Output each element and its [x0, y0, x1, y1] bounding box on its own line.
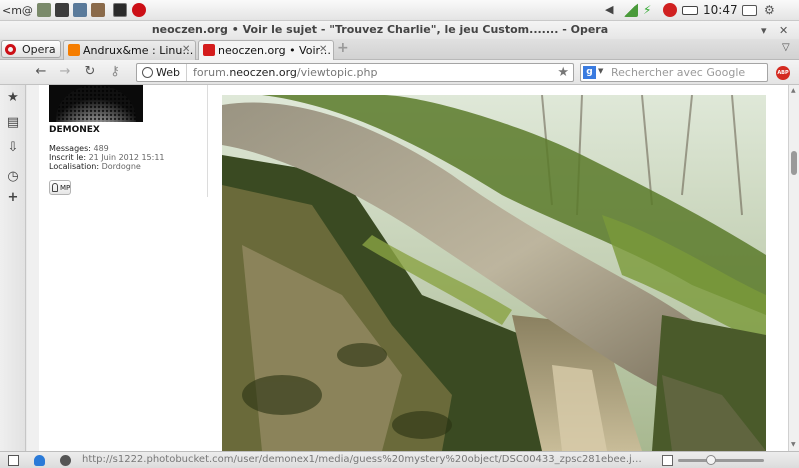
terminal-icon[interactable] — [55, 3, 69, 17]
update-notifier-icon[interactable] — [663, 3, 677, 17]
network-signal-icon[interactable] — [624, 3, 638, 17]
bookmark-star-icon[interactable]: ★ — [557, 65, 569, 80]
profile-location: Localisation: Dordogne — [49, 162, 141, 171]
neoczen-favicon-icon — [203, 44, 215, 56]
messages-value: 489 — [93, 144, 109, 153]
panel-toggle-icon[interactable] — [8, 455, 19, 466]
text-editor-icon[interactable] — [73, 3, 87, 17]
add-panel-icon[interactable]: + — [5, 190, 21, 206]
image-viewer-icon[interactable] — [91, 3, 105, 17]
zoom-slider-handle[interactable] — [706, 455, 716, 465]
scrollbar-thumb[interactable] — [791, 151, 797, 175]
cloud-sync-icon[interactable] — [34, 455, 45, 466]
tab-close-icon[interactable]: ✕ — [319, 44, 327, 55]
tab-label: neoczen.org • Voir… — [218, 44, 332, 57]
page-content: DEMONEX Messages: 489 Inscrit le: 21 Jui… — [27, 85, 788, 451]
back-arrow-icon[interactable]: ← — [33, 64, 49, 80]
close-icon[interactable]: ✕ — [779, 24, 788, 37]
tab-andrux[interactable]: Andrux&me : Linu… ✕ — [63, 40, 196, 60]
taskbar-opera-icon[interactable] — [132, 3, 146, 17]
reload-icon[interactable]: ↻ — [82, 64, 98, 80]
power-menu-icon[interactable]: ⚙ — [764, 3, 778, 17]
url-path: /viewtopic.php — [296, 66, 378, 79]
url-prefix: forum. — [193, 66, 230, 79]
google-search-engine-icon[interactable]: g — [583, 66, 596, 79]
taskbar-terminal-icon[interactable] — [113, 3, 127, 17]
scroll-down-icon[interactable]: ▼ — [791, 441, 796, 448]
profile-divider — [207, 85, 208, 197]
site-badge-label: Web — [156, 66, 180, 79]
speed-dial-icon[interactable] — [60, 455, 71, 466]
site-badge[interactable]: Web — [137, 64, 187, 81]
post-author-profile: DEMONEX Messages: 489 Inscrit le: 21 Jui… — [39, 85, 207, 451]
zoom-slider[interactable] — [678, 455, 764, 465]
avatar[interactable] — [49, 85, 143, 122]
system-menu-text[interactable]: <m@ — [2, 4, 33, 17]
navigation-bar: ← → ↻ ⚷ Web forum.neoczen.org/viewtopic.… — [0, 60, 799, 85]
joined-value: 21 Juin 2012 15:11 — [88, 153, 165, 162]
status-url: http://s1222.photobucket.com/user/demone… — [82, 454, 642, 465]
page-gutter — [27, 85, 39, 451]
tab-menu-chevron-icon[interactable]: ▽ — [782, 42, 790, 53]
tab-bar: Opera Andrux&me : Linu… ✕ neoczen.org • … — [0, 39, 799, 60]
system-clock[interactable]: 10:47 — [703, 3, 738, 17]
url-domain: neoczen.org — [229, 66, 297, 79]
status-bar: http://s1222.photobucket.com/user/demone… — [0, 451, 799, 468]
window-title: neoczen.org • Voir le sujet - "Trouvez C… — [151, 23, 609, 36]
user-icon — [52, 183, 58, 192]
key-icon[interactable]: ⚷ — [107, 64, 123, 80]
file-manager-icon[interactable] — [37, 3, 51, 17]
globe-icon — [142, 67, 153, 78]
profile-messages: Messages: 489 — [49, 144, 109, 153]
volume-icon[interactable]: ◀ — [605, 3, 619, 17]
notes-icon[interactable]: ▤ — [5, 115, 21, 131]
url-text[interactable]: forum.neoczen.org/viewtopic.php — [193, 66, 378, 79]
minimize-icon[interactable]: ▾ — [761, 24, 767, 37]
pm-label: MP — [60, 184, 71, 192]
tab-neoczen[interactable]: neoczen.org • Voir… ✕ — [198, 40, 334, 60]
username[interactable]: DEMONEX — [49, 125, 100, 135]
opera-logo-icon — [5, 44, 16, 55]
window-titlebar: neoczen.org • Voir le sujet - "Trouvez C… — [0, 21, 799, 39]
opera-menu-label: Opera — [22, 43, 56, 56]
private-message-button[interactable]: MP — [49, 180, 71, 195]
adblock-icon[interactable]: ABP — [776, 66, 790, 80]
post-photo[interactable] — [222, 95, 766, 451]
search-field[interactable]: g ▼ Rechercher avec Google — [580, 63, 768, 82]
battery-icon[interactable] — [682, 6, 698, 15]
vertical-scrollbar[interactable]: ▲ ▼ — [788, 85, 799, 451]
search-engine-chevron-icon[interactable]: ▼ — [598, 67, 603, 75]
opera-menu-button[interactable]: Opera — [1, 40, 61, 58]
search-placeholder[interactable]: Rechercher avec Google — [611, 66, 745, 79]
tab-close-icon[interactable]: ✕ — [182, 44, 190, 55]
history-clock-icon[interactable]: ◷ — [5, 169, 21, 185]
forward-arrow-icon[interactable]: → — [57, 64, 73, 80]
downloads-icon[interactable]: ⇩ — [5, 140, 21, 156]
blogger-favicon-icon — [68, 44, 80, 56]
scroll-up-icon[interactable]: ▲ — [791, 87, 796, 94]
new-tab-button[interactable]: + — [337, 40, 352, 56]
battery-charging-icon[interactable]: ⚡ — [643, 3, 657, 17]
zoom-fit-icon[interactable] — [662, 455, 673, 466]
mail-icon[interactable] — [742, 5, 757, 16]
tab-label: Andrux&me : Linu… — [83, 44, 194, 57]
location-value: Dordogne — [101, 162, 141, 171]
location-label: Localisation: — [49, 162, 100, 171]
joined-label: Inscrit le: — [49, 153, 87, 162]
profile-joined: Inscrit le: 21 Juin 2012 15:11 — [49, 153, 165, 162]
side-panel: ★ ▤ ⇩ ◷ + — [0, 85, 26, 451]
bookmark-star-icon[interactable]: ★ — [5, 90, 21, 106]
address-field[interactable]: Web forum.neoczen.org/viewtopic.php ★ — [136, 63, 574, 82]
messages-label: Messages: — [49, 144, 91, 153]
system-top-bar: <m@ ◀ ⚡ 10:47 ⚙ — [0, 0, 799, 21]
